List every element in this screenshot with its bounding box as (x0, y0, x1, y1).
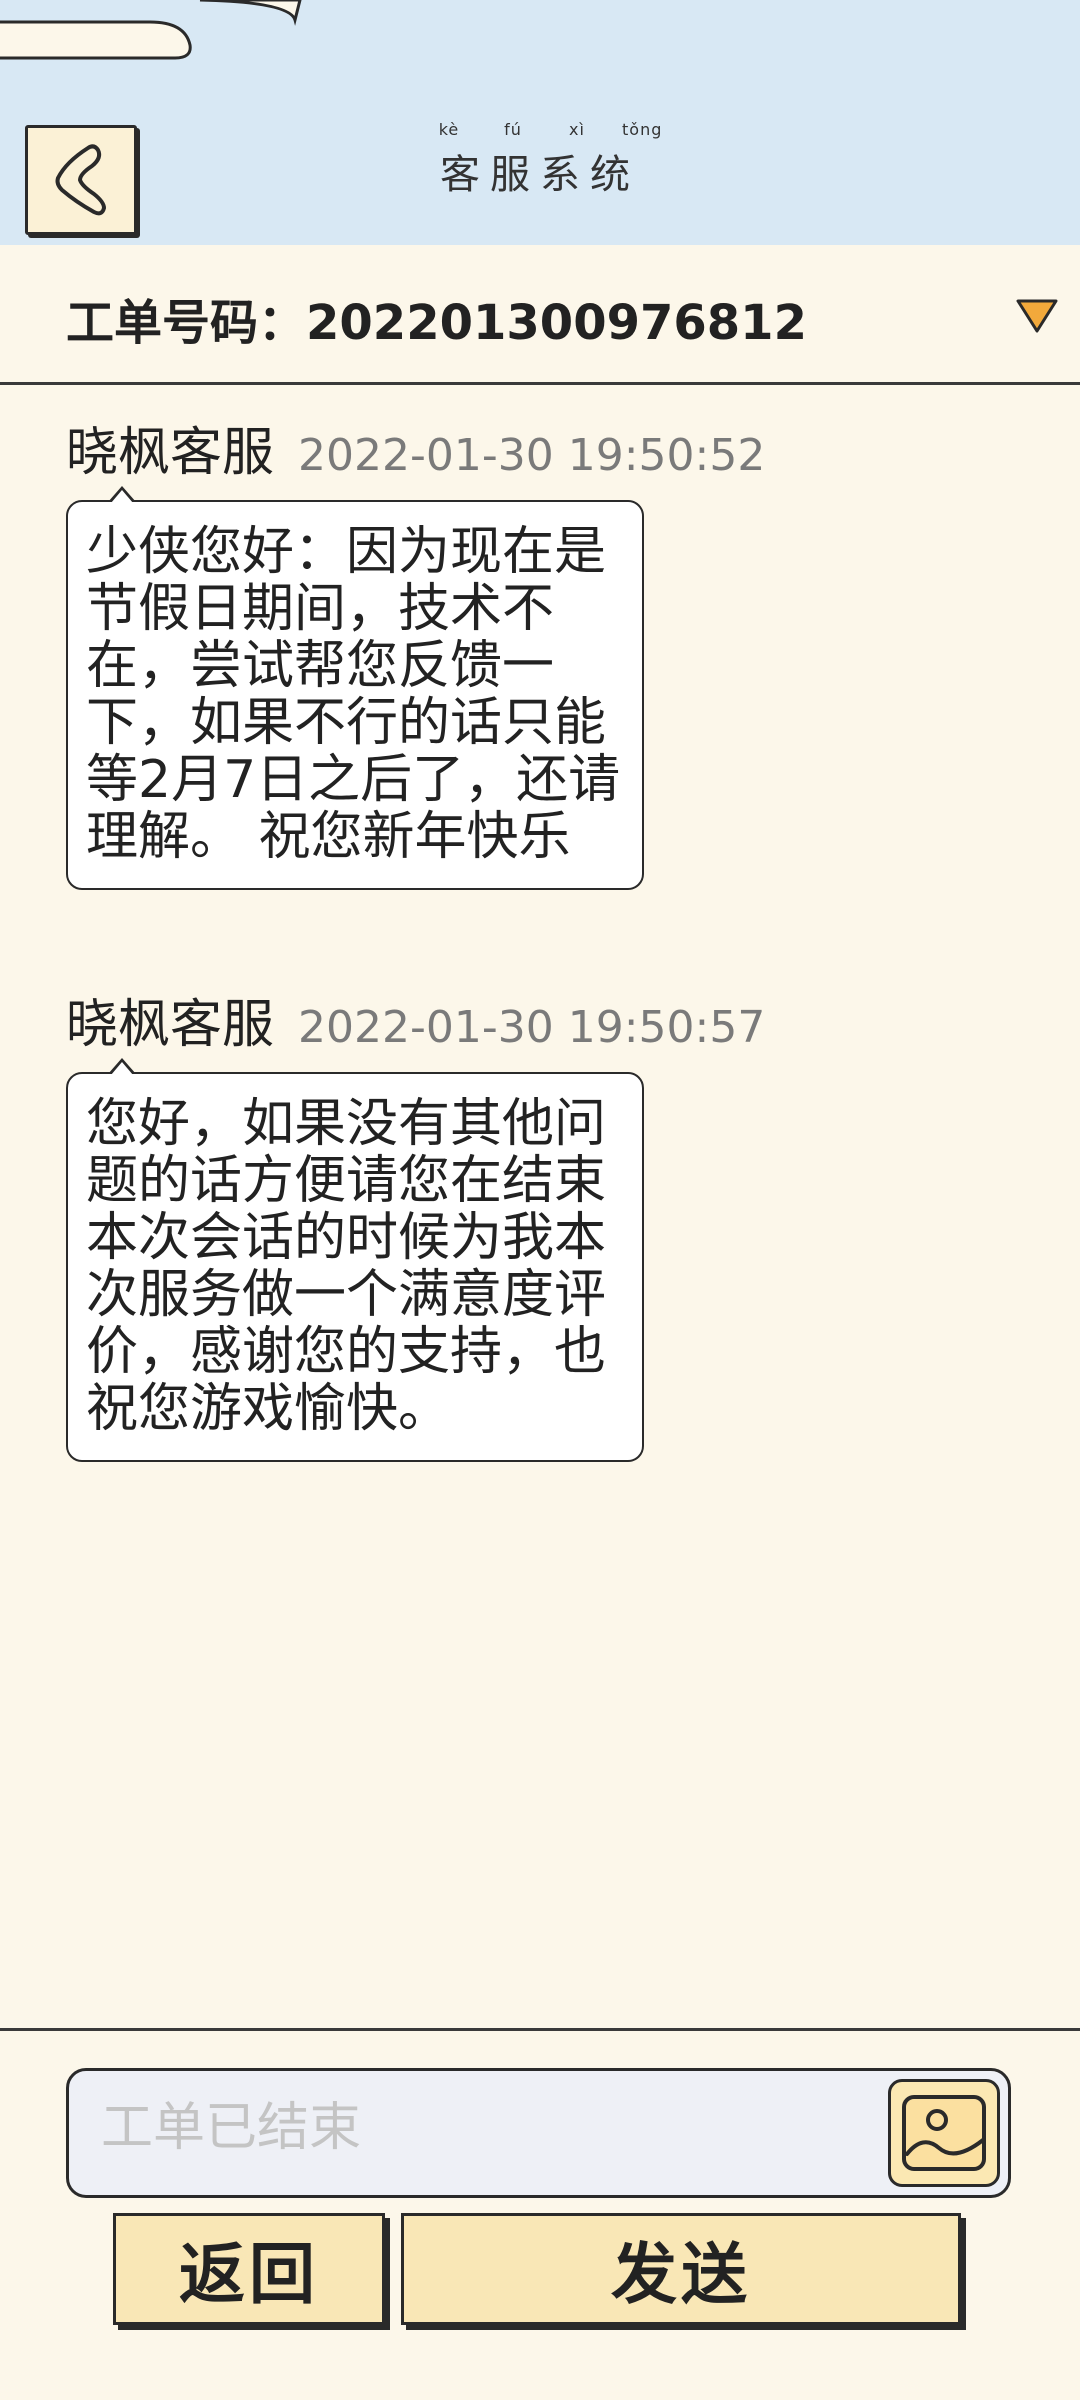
message-header: 晓枫客服 2022-01-30 19:50:57 (66, 982, 765, 1055)
triangle-down-icon[interactable] (1014, 297, 1060, 335)
cloud-decoration-icon (0, 0, 302, 60)
sender-name: 晓枫客服 (66, 995, 275, 1055)
message-bubble: 少侠您好：因为现在是节假日期间，技术不在，尝试帮您反馈一下，如果不行的话只能等2… (66, 486, 644, 890)
header-bar: kè fú xì tǒng 客服系统 (0, 0, 1080, 245)
message-input-wrap (66, 2068, 1011, 2198)
pinyin-1: kè (438, 120, 460, 139)
message-bubble: 您好，如果没有其他问题的话方便请您在结束本次会话的时候为我本次服务做一个满意度评… (66, 1058, 644, 1462)
message-time: 2022-01-30 19:50:52 (298, 430, 766, 481)
pinyin-4: tǒng (622, 120, 663, 139)
sender-name: 晓枫客服 (66, 423, 275, 483)
image-icon (902, 2095, 986, 2171)
message-header: 晓枫客服 2022-01-30 19:50:52 (66, 410, 765, 483)
pinyin-3: xì (569, 120, 585, 139)
page-title-wrap: kè fú xì tǒng 客服系统 (0, 120, 1080, 200)
return-button[interactable]: 返回 (113, 2213, 385, 2325)
title-pinyin: kè fú xì tǒng (10, 120, 1080, 140)
bottom-divider (0, 2028, 1080, 2031)
pinyin-2: fú (504, 120, 522, 139)
message-input[interactable] (91, 2071, 891, 2195)
ticket-number: 工单号码：202201300976812 (66, 295, 807, 351)
message-item: 晓枫客服 2022-01-30 19:50:57 您好，如果没有其他问题的话方便… (66, 982, 765, 1462)
page-title: 客服系统 (440, 152, 640, 198)
message-item: 晓枫客服 2022-01-30 19:50:52 少侠您好：因为现在是节假日期间… (66, 410, 765, 890)
image-button[interactable] (888, 2079, 1000, 2187)
ticket-selector[interactable]: 工单号码：202201300976812 (0, 245, 1080, 385)
message-time: 2022-01-30 19:50:57 (298, 1002, 766, 1053)
send-button[interactable]: 发送 (401, 2213, 961, 2325)
